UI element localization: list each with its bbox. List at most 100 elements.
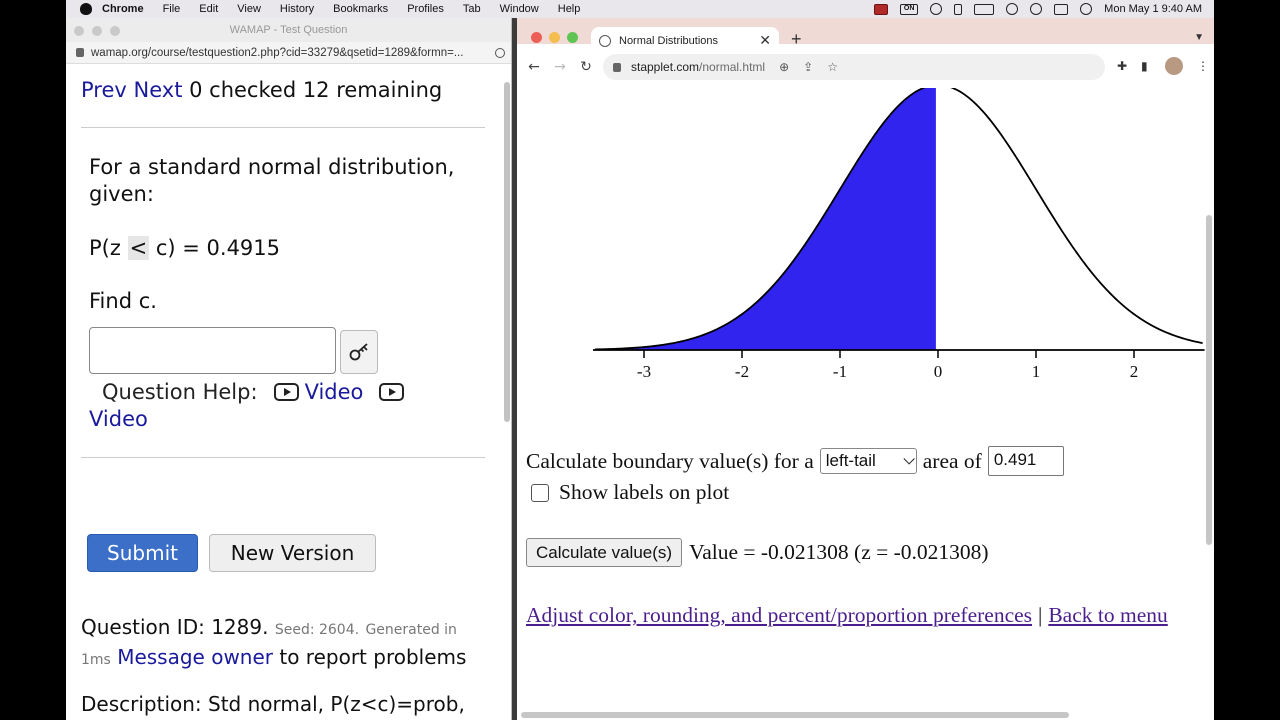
tab-normal-distributions[interactable]: Normal Distributions ✕ xyxy=(591,27,779,54)
x-tick-label: -3 xyxy=(637,362,651,381)
menu-bookmarks[interactable]: Bookmarks xyxy=(333,3,388,15)
video-link-1[interactable]: Video xyxy=(305,380,364,404)
menu-window[interactable]: Window xyxy=(500,3,539,15)
chevron-down-icon[interactable]: ▼ xyxy=(1194,32,1204,43)
reload-icon[interactable]: ↻ xyxy=(573,59,599,75)
tail-select[interactable]: left-tail xyxy=(819,448,917,474)
zoom-icon[interactable]: ⊕ xyxy=(779,60,789,74)
close-tab-icon[interactable]: ✕ xyxy=(759,32,771,49)
spotlight-search-icon[interactable] xyxy=(1030,3,1043,15)
scrollbar[interactable] xyxy=(504,82,510,422)
battery-icon[interactable] xyxy=(974,3,995,15)
menu-history[interactable]: History xyxy=(280,3,314,15)
submit-button[interactable]: Submit xyxy=(87,534,198,572)
eq-prefix: P(z xyxy=(89,236,128,260)
clock[interactable]: Mon May 1 9:40 AM xyxy=(1104,3,1202,15)
preview-key-button[interactable] xyxy=(340,330,378,374)
close-window-icon[interactable] xyxy=(74,26,84,36)
show-labels-label[interactable]: Show labels on plot xyxy=(559,480,729,505)
message-owner-link[interactable]: Message owner xyxy=(117,645,273,669)
bluetooth-icon[interactable] xyxy=(954,3,963,15)
lock-icon xyxy=(76,48,84,57)
tab-strip: Normal Distributions ✕ + ▼ xyxy=(517,18,1214,54)
window-titlebar: WAMAP - Test Question xyxy=(66,18,511,42)
address-bar[interactable]: wamap.org/course/testquestion2.php?cid=3… xyxy=(66,42,511,64)
result-value: Value = -0.021308 (z = -0.021308) xyxy=(689,540,989,564)
more-menu-icon[interactable]: ⋮ xyxy=(1197,59,1209,73)
close-window-icon[interactable] xyxy=(531,32,542,43)
preferences-link[interactable]: Adjust color, rounding, and percent/prop… xyxy=(526,603,1032,627)
question-help-label: Question Help: xyxy=(102,380,258,404)
menu-profiles[interactable]: Profiles xyxy=(407,3,444,15)
calc-row: Calculate boundary value(s) for a left-t… xyxy=(526,446,1064,476)
stapplet-page: -3 -2 -1 0 1 2 Calculate boundary value(s) fo… xyxy=(517,88,1214,720)
tab-title: Normal Distributions xyxy=(619,34,719,47)
calculate-values-button[interactable]: Calculate value(s) xyxy=(526,538,683,567)
footer-links: Adjust color, rounding, and percent/prop… xyxy=(526,600,1206,631)
recording-icon[interactable] xyxy=(874,3,889,15)
minimize-window-icon[interactable] xyxy=(92,26,102,36)
shaded-area xyxy=(595,88,936,350)
globe-icon xyxy=(599,34,611,47)
address-bar[interactable]: stapplet.com/normal.html ⊕ ⇪ ☆ xyxy=(603,54,1105,80)
question-task: Find c. xyxy=(89,289,157,313)
menu-file[interactable]: File xyxy=(163,3,181,15)
normal-distribution-plot: -3 -2 -1 0 1 2 xyxy=(593,88,1205,381)
zoom-window-icon[interactable] xyxy=(567,32,578,43)
new-version-button[interactable]: New Version xyxy=(209,534,376,572)
wifi-icon[interactable] xyxy=(1006,3,1019,15)
progress-status: 0 checked 12 remaining xyxy=(189,78,443,102)
video-icon[interactable] xyxy=(379,383,405,401)
menu-tab[interactable]: Tab xyxy=(463,3,481,15)
control-center-icon[interactable] xyxy=(1054,3,1069,15)
show-labels-checkbox[interactable] xyxy=(531,483,549,502)
show-labels-row: Show labels on plot xyxy=(531,480,729,505)
menu-app-chrome[interactable]: Chrome xyxy=(102,3,144,15)
x-tick-label: 1 xyxy=(1032,362,1041,381)
question-nav: Prev Next 0 checked 12 remaining xyxy=(81,78,442,102)
zoom-window-icon[interactable] xyxy=(110,26,120,36)
question-equation: P(z < c) = 0.4915 xyxy=(89,235,489,262)
bookmark-star-icon[interactable]: ☆ xyxy=(827,60,838,74)
answer-input[interactable] xyxy=(89,327,336,374)
url-text[interactable]: wamap.org/course/testquestion2.php?cid=3… xyxy=(91,47,495,59)
airdrop-icon[interactable] xyxy=(930,3,943,15)
less-than-symbol: < xyxy=(127,236,150,260)
prev-link[interactable]: Prev xyxy=(81,78,127,102)
video-link-2[interactable]: Video xyxy=(89,407,148,431)
menu-edit[interactable]: Edit xyxy=(199,3,218,15)
new-tab-icon[interactable]: + xyxy=(791,30,802,48)
apple-menu-icon[interactable] xyxy=(80,3,92,15)
extensions-icon[interactable]: ✚ xyxy=(1117,59,1127,73)
lock-icon xyxy=(613,62,621,72)
zoom-icon[interactable] xyxy=(495,47,505,58)
url-host[interactable]: stapplet.com xyxy=(631,60,699,74)
horizontal-scrollbar[interactable] xyxy=(521,712,1069,718)
status-area: ON Mon May 1 9:40 AM xyxy=(874,3,1214,15)
back-to-menu-link[interactable]: Back to menu xyxy=(1048,603,1167,627)
side-panel-icon[interactable]: ▮ xyxy=(1141,59,1148,73)
area-input[interactable]: 0.491 xyxy=(987,446,1064,476)
video-icon[interactable] xyxy=(273,383,299,401)
stapplet-window: Normal Distributions ✕ + ▼ ← → ↻ stapple… xyxy=(517,18,1214,720)
menu-view[interactable]: View xyxy=(237,3,261,15)
chevron-down-icon xyxy=(903,453,915,465)
scrollbar[interactable] xyxy=(1206,215,1212,545)
divider xyxy=(81,457,485,458)
minimize-window-icon[interactable] xyxy=(549,32,560,43)
eq-suffix: c) = 0.4915 xyxy=(149,236,281,260)
back-icon[interactable]: ← xyxy=(521,59,547,75)
result-row: Calculate value(s) Value = -0.021308 (z … xyxy=(526,538,989,567)
next-link[interactable]: Next xyxy=(134,78,183,102)
menu-help[interactable]: Help xyxy=(558,3,581,15)
url-path[interactable]: /normal.html xyxy=(699,60,765,74)
share-icon[interactable]: ⇪ xyxy=(803,60,813,74)
on-status-icon[interactable]: ON xyxy=(900,3,919,15)
question-help-row2: Video xyxy=(89,407,148,431)
forward-icon[interactable]: → xyxy=(547,59,573,75)
x-tick-label: -1 xyxy=(833,362,847,381)
generated-label: Generated in xyxy=(365,622,457,638)
avatar[interactable] xyxy=(1165,57,1183,75)
siri-icon[interactable] xyxy=(1080,3,1093,15)
question-meta: Question ID: 1289. Seed: 2604. Generated… xyxy=(81,614,491,674)
